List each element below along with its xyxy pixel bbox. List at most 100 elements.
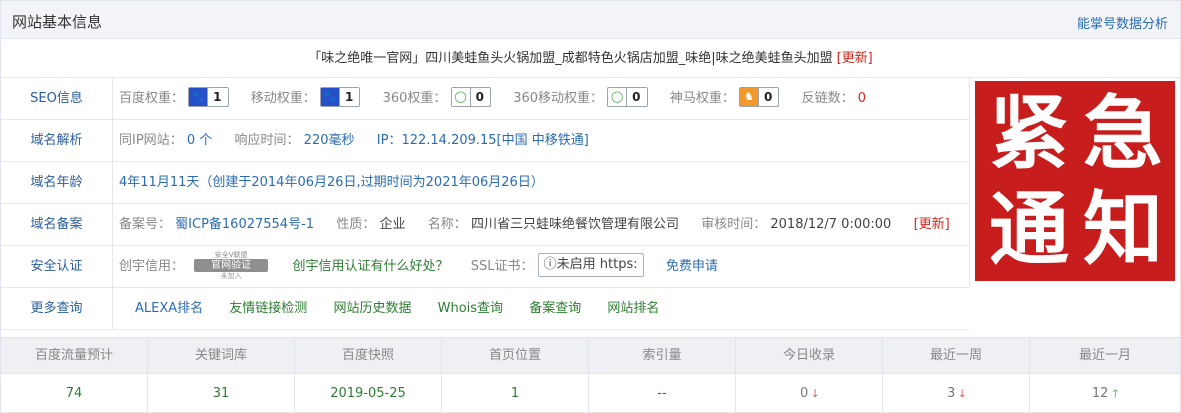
stats-value-cell: 3 🡓 xyxy=(883,374,1030,413)
baidu-weight-badge[interactable]: 🐾 1 xyxy=(188,87,229,107)
title-update-link[interactable]: [更新] xyxy=(837,51,873,66)
stats-header-cell: 最近一周 xyxy=(883,338,1030,373)
more-query-links: ALEXA排名 友情链接检测 网站历史数据 Whois查询 备案查询 网站排名 xyxy=(135,288,681,329)
alexa-rank-link[interactable]: ALEXA排名 xyxy=(135,301,203,316)
so-mobile-weight-badge[interactable]: ◯ 0 xyxy=(607,87,648,107)
so-mobile-weight-value: 0 xyxy=(626,88,646,106)
notice-char-4: 知 xyxy=(1083,182,1163,276)
seal-bottom-text: 未加入 xyxy=(220,271,242,280)
homepage-position-value: 1 xyxy=(510,386,520,401)
site-rank-link[interactable]: 网站排名 xyxy=(607,301,659,316)
last-week-value: 3 xyxy=(946,386,956,401)
mobile-weight-label: 移动权重： xyxy=(250,91,316,106)
notice-char-3: 通 xyxy=(989,182,1069,276)
stats-value-cell: 2019-05-25 xyxy=(295,374,442,413)
so-weight-value: 0 xyxy=(469,88,490,106)
ssl-label: SSL证书： xyxy=(470,259,534,274)
seo-row: SEO信息 百度权重： 🐾 1 移动权重： 🐾 1 360权重： ◯ 0 360移动权… xyxy=(1,78,969,120)
baidu-snapshot-value[interactable]: 2019-05-25 xyxy=(330,386,406,401)
same-ip-value[interactable]: 0 个 xyxy=(187,133,212,148)
site-info-panel: 网站基本信息 能掌号数据分析 「味之绝唯一官网」四川美蛙鱼头火锅加盟_成都特色火… xyxy=(0,0,1181,413)
stats-value-cell: 74 xyxy=(1,374,148,413)
shenma-weight-badge[interactable]: ♞ 0 xyxy=(738,87,780,107)
ssl-free-apply-link[interactable]: 免费申请 xyxy=(666,259,718,274)
icp-content: 备案号： 蜀ICP备16027554号-1 性质： 企业 名称： 四川省三只蛙味… xyxy=(119,204,950,245)
shenma-horse-icon: ♞ xyxy=(739,88,758,106)
baidu-traffic-value[interactable]: 74 xyxy=(66,386,83,401)
response-time-label: 响应时间： xyxy=(234,133,300,148)
stats-header-cell: 首页位置 xyxy=(442,338,589,373)
icp-type-label: 性质： xyxy=(336,217,376,232)
stats-value-cell: 12 🡑 xyxy=(1030,374,1180,413)
backlinks-label: 反链数： xyxy=(801,91,854,106)
notice-char-1: 紧 xyxy=(989,86,1069,180)
stats-header-cell: 索引量 xyxy=(589,338,736,373)
today-indexed-value: 0 xyxy=(799,386,809,401)
more-query-label: 更多查询 xyxy=(1,288,113,329)
credit-benefit-link[interactable]: 创宇信用认证有什么好处？ xyxy=(292,259,448,274)
dns-label: 域名解析 xyxy=(1,120,113,161)
site-history-link[interactable]: 网站历史数据 xyxy=(333,301,411,316)
so-weight-badge[interactable]: ◯ 0 xyxy=(450,87,491,107)
arrow-down-icon: 🡓 xyxy=(959,387,965,400)
backlinks-value[interactable]: 0 xyxy=(858,91,866,106)
panel-title: 网站基本信息 xyxy=(12,13,103,31)
shenma-weight-value: 0 xyxy=(757,88,778,106)
stats-value-cell: 1 xyxy=(442,374,589,413)
urgent-notice-banner[interactable]: 紧 急 通 知 xyxy=(975,81,1175,281)
stats-header-cell: 百度快照 xyxy=(295,338,442,373)
official-verify-seal[interactable]: 安全V联盟 官网验证 未加入 xyxy=(188,251,274,280)
seal-main-text: 官网验证 xyxy=(194,258,269,272)
mobile-weight-value: 1 xyxy=(338,88,359,106)
arrow-up-icon: 🡑 xyxy=(1112,387,1119,400)
baidu-weight-value: 1 xyxy=(207,88,227,106)
so-mobile-weight-label: 360移动权重： xyxy=(513,91,604,106)
mobile-weight-badge[interactable]: 🐾 1 xyxy=(319,87,361,107)
stats-value-cell: 31 xyxy=(148,374,295,413)
icp-no-value[interactable]: 蜀ICP备16027554号-1 xyxy=(175,217,314,232)
domain-age-label: 域名年龄 xyxy=(1,162,113,203)
mobile-data-analysis-link[interactable]: 能掌号数据分析 xyxy=(1077,13,1168,32)
ssl-status-box: ⓘ未启用 https: xyxy=(537,253,644,277)
seo-label: SEO信息 xyxy=(1,78,113,119)
friend-link-check-link[interactable]: 友情链接检测 xyxy=(229,301,307,316)
site-title-text: 「味之绝唯一官网」四川美蛙鱼头火锅加盟_成都特色火锅店加盟_味绝|味之绝美蛙鱼头… xyxy=(308,51,833,66)
baidu-paw-icon: 🐾 xyxy=(189,88,208,106)
icp-label: 域名备案 xyxy=(1,204,113,245)
icp-name-label: 名称： xyxy=(427,217,467,232)
baidu-weight-label: 百度权重： xyxy=(119,91,185,106)
baidu-paw-icon: 🐾 xyxy=(320,88,339,106)
domain-age-text: 4年11月11天（创建于2014年06月26日,过期时间为2021年06月26日… xyxy=(119,175,544,190)
domain-age-content: 4年11月11天（创建于2014年06月26日,过期时间为2021年06月26日… xyxy=(119,162,544,203)
dns-content: 同IP网站： 0 个 响应时间： 220毫秒 IP：122.14.209.15[… xyxy=(119,120,589,161)
site-title-bar: 「味之绝唯一官网」四川美蛙鱼头火锅加盟_成都特色火锅店加盟_味绝|味之绝美蛙鱼头… xyxy=(1,39,1180,78)
last-month-value: 12 xyxy=(1091,386,1109,401)
icp-time-value: 2018/12/7 0:00:00 xyxy=(770,217,892,232)
notice-char-2: 急 xyxy=(1083,86,1163,180)
stats-header-cell: 最近一月 xyxy=(1078,348,1131,363)
response-time-value: 220毫秒 xyxy=(303,133,355,148)
security-label: 安全认证 xyxy=(1,246,113,287)
so-weight-label: 360权重： xyxy=(382,91,447,106)
icp-time-label: 审核时间： xyxy=(701,217,767,232)
icp-update-link[interactable]: [更新] xyxy=(914,217,950,232)
whois-query-link[interactable]: Whois查询 xyxy=(438,301,503,316)
arrow-down-icon: 🡓 xyxy=(812,387,818,400)
domain-age-row: 域名年龄 4年11月11天（创建于2014年06月26日,过期时间为2021年0… xyxy=(1,162,969,204)
stats-header-row: 百度流量预计 关键词库 百度快照 首页位置 索引量 今日收录 最近一周 最近一月 xyxy=(1,337,1180,374)
so360-ring-icon: ◯ xyxy=(608,88,627,106)
security-row: 安全认证 创宇信用： 安全V联盟 官网验证 未加入 创宇信用认证有什么好处？ S… xyxy=(1,246,969,288)
icp-name-value: 四川省三只蛙味绝餐饮管理有限公司 xyxy=(470,217,679,232)
notice-divider xyxy=(969,78,970,287)
stats-header-cell: 百度流量预计 xyxy=(1,338,148,373)
stats-value-cell: -- xyxy=(589,374,736,413)
so360-ring-icon: ◯ xyxy=(451,88,470,106)
keyword-count-value[interactable]: 31 xyxy=(213,386,230,401)
ip-address-link[interactable]: IP：122.14.209.15[中国 中移铁通] xyxy=(377,133,589,148)
stats-header-cell: 关键词库 xyxy=(148,338,295,373)
icp-query-link[interactable]: 备案查询 xyxy=(529,301,581,316)
security-content: 创宇信用： 安全V联盟 官网验证 未加入 创宇信用认证有什么好处？ SSL证书：… xyxy=(119,246,718,287)
dns-row: 域名解析 同IP网站： 0 个 响应时间： 220毫秒 IP：122.14.20… xyxy=(1,120,969,162)
stats-value-row: 74 31 2019-05-25 1 -- 0 🡓 3 🡓 12 🡑 xyxy=(1,374,1180,413)
same-ip-label: 同IP网站： xyxy=(119,133,183,148)
